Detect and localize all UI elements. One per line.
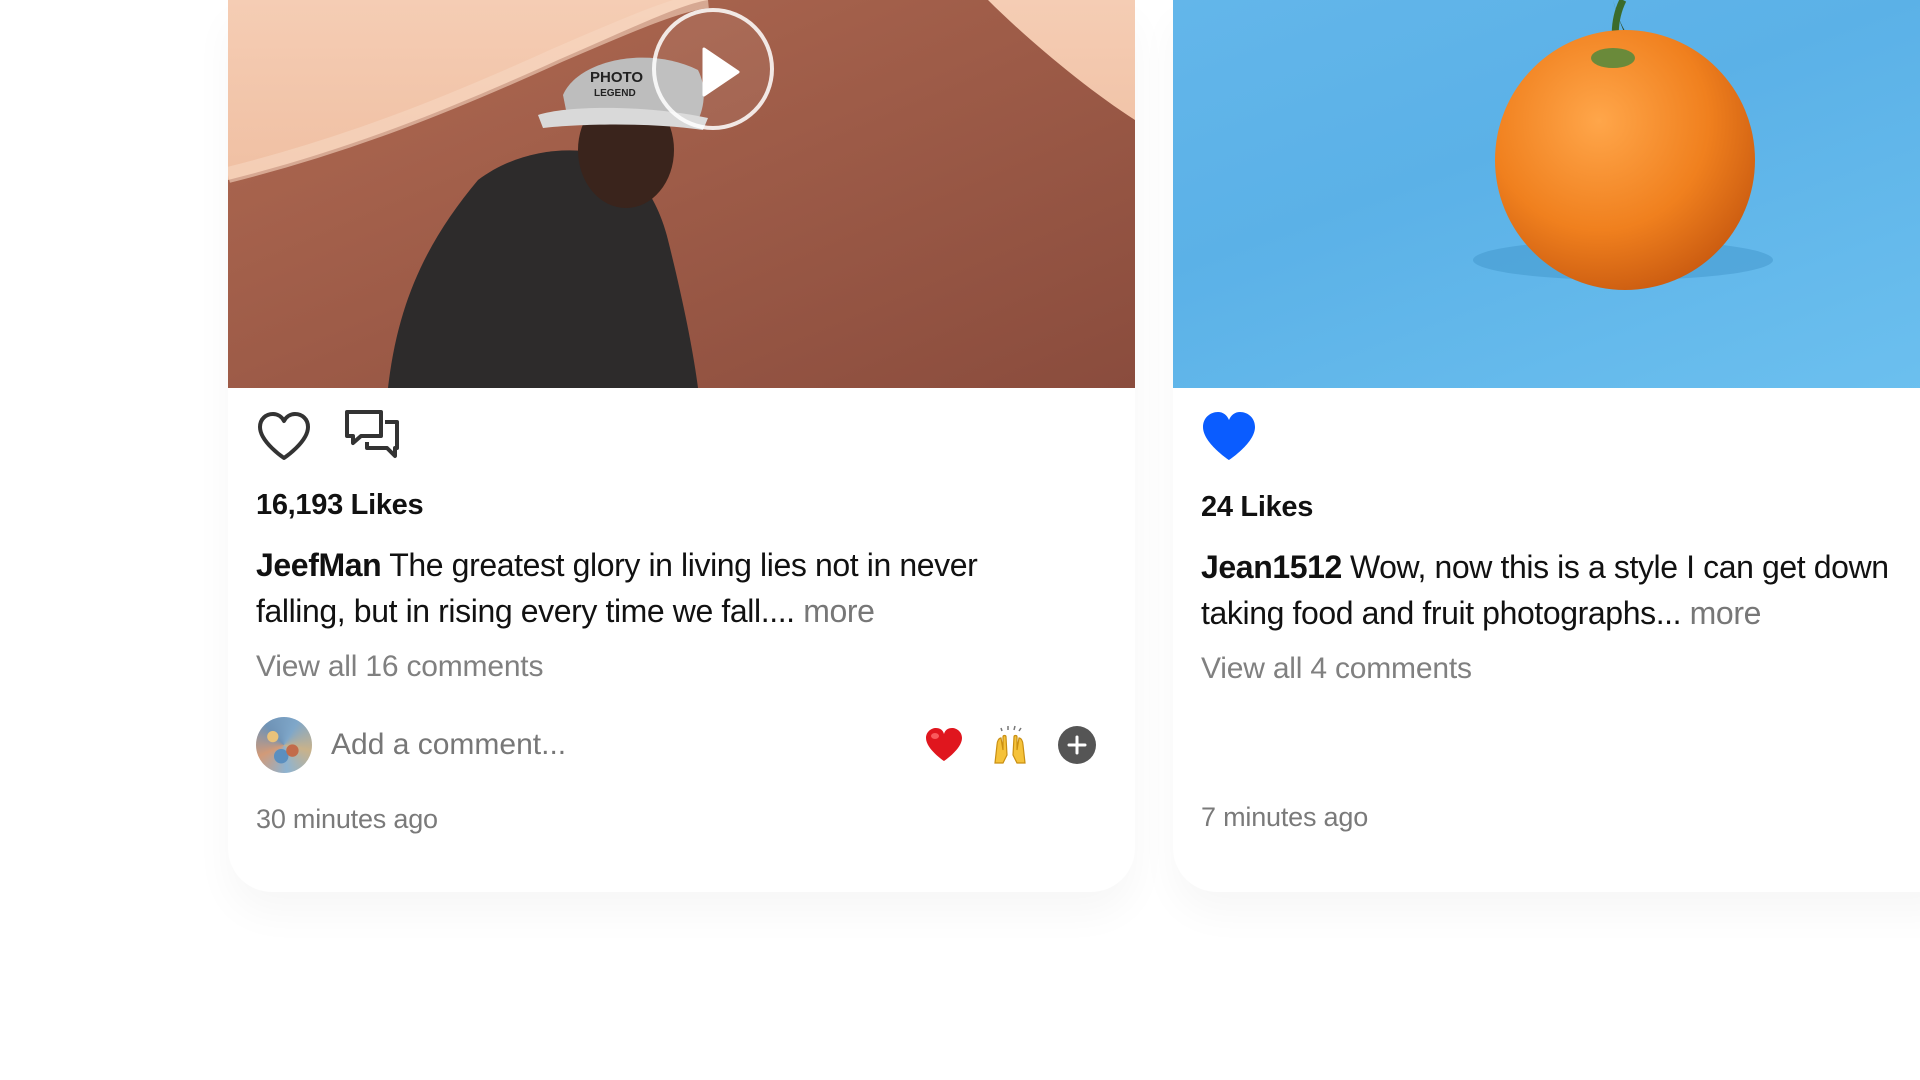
red-heart-emoji-icon bbox=[926, 728, 962, 761]
post-caption: Jean1512 Wow, now this is a style I can g… bbox=[1201, 544, 1920, 636]
caption-text-line1: Wow, now this is a style I can get down bbox=[1349, 549, 1889, 585]
comment-input[interactable] bbox=[331, 720, 902, 770]
post-caption: JeefMan The greatest glory in living lies… bbox=[256, 542, 1116, 634]
heart-filled-icon bbox=[1203, 412, 1255, 460]
post-actions bbox=[1200, 406, 1258, 466]
comment-icon bbox=[345, 410, 399, 458]
post-username[interactable]: Jean1512 bbox=[1201, 549, 1342, 585]
comment-button[interactable] bbox=[343, 407, 401, 465]
more-link[interactable]: more bbox=[803, 593, 875, 629]
like-count: 24 Likes bbox=[1201, 491, 1314, 523]
add-comment-row bbox=[256, 716, 1096, 774]
post-timestamp: 30 minutes ago bbox=[256, 804, 438, 834]
caption-text-line2: falling, but in rising every time we fal… bbox=[256, 593, 795, 629]
raised-hands-emoji-icon bbox=[994, 725, 1026, 764]
like-button[interactable] bbox=[255, 407, 313, 465]
raised-hands-emoji-button[interactable] bbox=[986, 721, 1034, 769]
play-icon bbox=[702, 47, 740, 97]
post-timestamp: 7 minutes ago bbox=[1201, 802, 1369, 832]
view-all-comments-link[interactable]: View all 16 comments bbox=[256, 650, 543, 684]
like-count: 16,193 Likes bbox=[256, 489, 424, 521]
post-username[interactable]: JeefMan bbox=[256, 547, 382, 583]
post-video[interactable]: PHOTO LEGEND bbox=[228, 0, 1135, 388]
post-actions bbox=[255, 406, 401, 466]
like-button[interactable] bbox=[1200, 407, 1258, 465]
view-all-comments-link[interactable]: View all 4 comments bbox=[1201, 652, 1472, 686]
red-heart-emoji-button[interactable] bbox=[920, 721, 968, 769]
caption-text-line1: The greatest glory in living lies not in… bbox=[389, 547, 978, 583]
more-link[interactable]: more bbox=[1690, 595, 1762, 631]
play-button[interactable] bbox=[652, 8, 774, 130]
post-card: PHOTO LEGEND 16,193 Likes JeefMan The gr… bbox=[228, 0, 1135, 892]
feed: PHOTO LEGEND 16,193 Likes JeefMan The gr… bbox=[0, 0, 1920, 1080]
plus-icon bbox=[1067, 735, 1087, 755]
orange-photo bbox=[1473, 0, 1773, 290]
post-image[interactable] bbox=[1173, 0, 1920, 388]
add-reaction-button[interactable] bbox=[1058, 726, 1096, 764]
svg-text:LEGEND: LEGEND bbox=[594, 88, 636, 99]
heart-outline-icon bbox=[258, 412, 310, 460]
svg-text:PHOTO: PHOTO bbox=[590, 69, 643, 86]
post-card: 24 Likes Jean1512 Wow, now this is a styl… bbox=[1173, 0, 1920, 892]
caption-text-line2: taking food and fruit photographs... bbox=[1201, 595, 1682, 631]
avatar[interactable] bbox=[256, 717, 312, 773]
